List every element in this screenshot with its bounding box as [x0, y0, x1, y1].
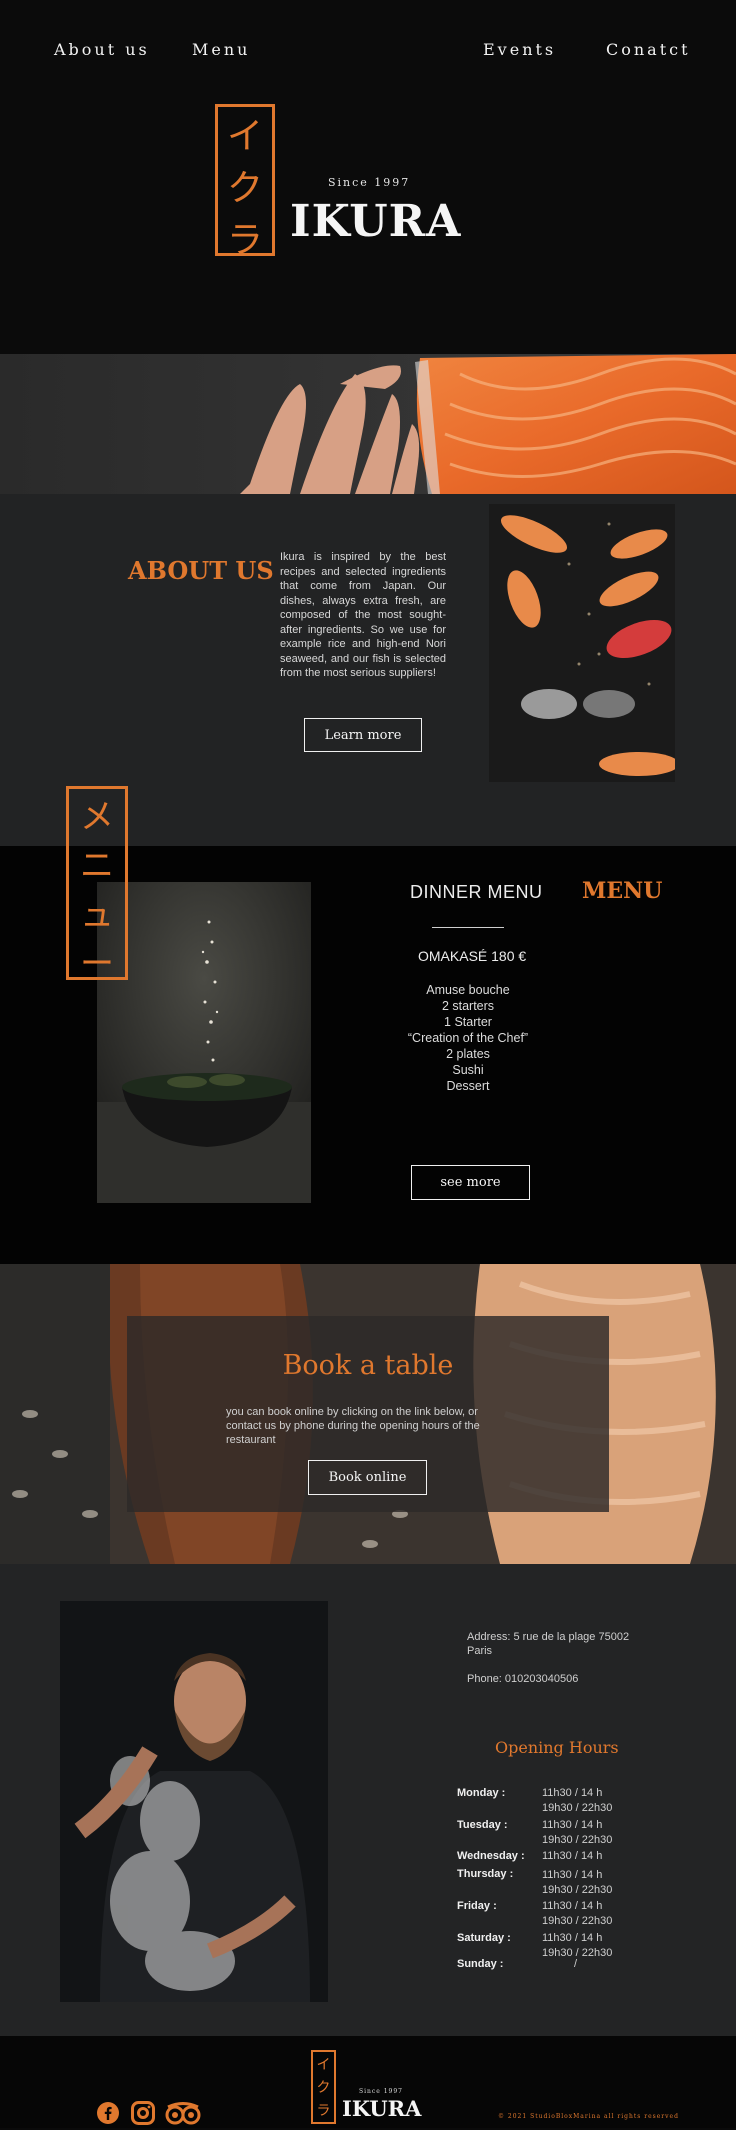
- booking-text: you can book online by clicking on the l…: [226, 1406, 480, 1446]
- course-item: 2 plates: [446, 1047, 490, 1061]
- footer-brand: IKURA: [342, 2096, 422, 2121]
- hours-slot: 19h30 / 22h30: [542, 1883, 613, 1896]
- address-text: Address: 5 rue de la plage 75002 Paris: [467, 1631, 630, 1657]
- hours-times: 11h30 / 14 h 19h30 / 22h30: [542, 1931, 612, 1960]
- book-online-button[interactable]: Book online: [308, 1460, 427, 1495]
- opening-hours-title: Opening Hours: [495, 1738, 619, 1757]
- hours-times: 11h30 / 14 h 19h30 / 22h30: [542, 1818, 612, 1847]
- hours-slot: 19h30 / 22h30: [542, 1946, 613, 1959]
- course-item: Amuse bouche: [426, 983, 510, 997]
- hours-day: Wednesday :: [457, 1850, 525, 1862]
- nav-events[interactable]: Events: [483, 40, 556, 59]
- footer-kanji-char: ラ: [316, 2103, 331, 2120]
- course-item: Sushi: [452, 1063, 484, 1077]
- instagram-icon[interactable]: [131, 2101, 155, 2130]
- logo-kanji-char: ク: [226, 168, 263, 209]
- course-item: “Creation of the Chef”: [407, 1031, 529, 1045]
- hours-day: Saturday :: [457, 1932, 511, 1944]
- footer-kanji-char: イ: [316, 2056, 331, 2073]
- tripadvisor-icon[interactable]: [164, 2101, 202, 2130]
- hours-slot: 11h30 / 14 h: [542, 1819, 603, 1831]
- hours-day: Friday :: [457, 1900, 497, 1912]
- menu-kanji-char: ニ: [80, 846, 114, 886]
- hours-slot: 11h30 / 14 h: [542, 1932, 603, 1944]
- hours-times: 11h30 / 14 h 19h30 / 22h30: [542, 1899, 612, 1928]
- menu-kanji-char: メ: [80, 797, 114, 837]
- hours-slot: 11h30 / 14 h: [542, 1787, 603, 1799]
- seaweed-bowl-photo: [97, 882, 311, 1203]
- hours-slot: 11h30 / 14 h: [542, 1900, 603, 1912]
- course-list: Amuse bouche 2 starters 1 Starter “Creat…: [380, 982, 556, 1094]
- logo-kanji-char: ラ: [226, 220, 263, 261]
- copyright-text: © 2021 StudioBloxMarina all rights reser…: [498, 2113, 679, 2120]
- divider: [432, 927, 504, 928]
- course-item: Dessert: [446, 1079, 490, 1093]
- learn-more-button[interactable]: Learn more: [304, 718, 422, 752]
- hours-slot: 19h30 / 22h30: [542, 1914, 613, 1927]
- hours-times: /: [574, 1957, 577, 1972]
- about-text: Ikura is inspired by the best recipes an…: [280, 551, 446, 679]
- menu-title: MENU: [582, 878, 663, 904]
- chef-photo: [60, 1601, 328, 2002]
- footer-kanji-box: イ ク ラ: [311, 2050, 336, 2124]
- nav-about-us[interactable]: About us: [54, 40, 150, 59]
- menu-kanji-char: ー: [80, 944, 114, 984]
- hours-times: 11h30 / 14 h 19h30 / 22h30: [542, 1868, 612, 1897]
- booking-title: Book a table: [282, 1350, 454, 1381]
- hours-times: 11h30 / 14 h: [542, 1849, 602, 1864]
- logo-kanji-box: イ ク ラ: [215, 104, 275, 261]
- omakase-price: OMAKASÉ 180 €: [418, 948, 527, 964]
- nav-contact[interactable]: Conatct: [606, 40, 691, 59]
- footer-since: Since 1997: [359, 2088, 403, 2095]
- brand-name: IKURA: [290, 196, 462, 247]
- hours-day: Thursday :: [457, 1868, 514, 1880]
- course-item: 2 starters: [441, 999, 495, 1013]
- hours-slot: 11h30 / 14 h: [542, 1850, 603, 1862]
- hours-day: Tuesday :: [457, 1819, 508, 1831]
- hours-times: 11h30 / 14 h 19h30 / 22h30: [542, 1786, 612, 1815]
- menu-kanji-box: メ ニ ュ ー: [66, 786, 128, 984]
- facebook-icon[interactable]: [96, 2101, 120, 2130]
- sushi-photo: [489, 504, 675, 782]
- hours-slot: 11h30 / 14 h: [542, 1869, 603, 1881]
- hours-day: Monday :: [457, 1787, 506, 1799]
- nav-menu[interactable]: Menu: [192, 40, 250, 59]
- about-title: ABOUT US: [128, 556, 274, 585]
- dinner-menu-title: DINNER MENU: [410, 882, 543, 902]
- hours-slot: 19h30 / 22h30: [542, 1801, 613, 1814]
- menu-kanji-char: ュ: [80, 895, 114, 935]
- hours-slot: 19h30 / 22h30: [542, 1833, 613, 1846]
- footer-kanji-char: ク: [316, 2079, 331, 2096]
- since-tagline: Since 1997: [328, 176, 411, 189]
- see-more-button[interactable]: see more: [411, 1165, 530, 1200]
- hours-day: Sunday :: [457, 1958, 504, 1970]
- logo-kanji-char: イ: [226, 116, 263, 157]
- phone-text: Phone: 010203040506: [467, 1673, 579, 1685]
- course-item: 1 Starter: [444, 1015, 492, 1029]
- hours-slot: /: [574, 1958, 578, 1970]
- salmon-banner-image: [0, 354, 736, 494]
